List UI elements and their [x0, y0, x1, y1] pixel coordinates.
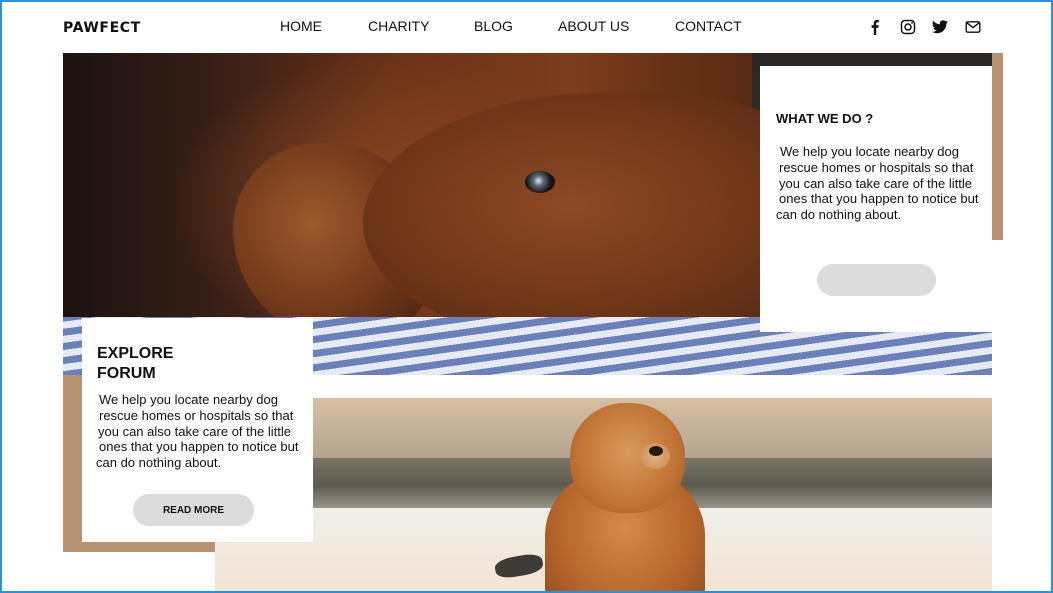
body-line: rescue homes or hospitals so that — [99, 407, 294, 423]
read-more-button[interactable]: READ MORE — [133, 494, 254, 526]
nav-item-blog[interactable]: BLOG — [474, 18, 513, 34]
body-line: rescue homes or hospitals so that — [779, 159, 974, 175]
nav-item-about-us[interactable]: ABOUT US — [558, 18, 629, 34]
what-we-do-heading: WHAT WE DO ? — [776, 111, 874, 126]
body-line: We help you locate nearby dog — [780, 144, 959, 159]
heading-line: FORUM — [97, 365, 156, 382]
nav-item-charity[interactable]: CHARITY — [368, 18, 429, 34]
body-line: ones that you happen to notice but — [99, 439, 299, 455]
what-we-do-card: WHAT WE DO ? We help you locate nearby d… — [760, 66, 992, 332]
instagram-icon[interactable] — [899, 18, 917, 36]
body-line: ones that you happen to notice but — [779, 191, 979, 207]
hero-image-golden-retriever — [215, 398, 992, 593]
body-line: can do nothing about. — [776, 207, 902, 223]
facebook-icon[interactable] — [866, 18, 884, 36]
mail-icon[interactable] — [964, 18, 982, 36]
explore-forum-body: We help you locate nearby dog rescue hom… — [96, 392, 299, 471]
body-line: We help you locate nearby dog — [99, 392, 278, 407]
explore-forum-heading: EXPLORE FORUM — [97, 344, 173, 384]
heading-line: EXPLORE — [97, 345, 174, 362]
twitter-icon[interactable] — [931, 18, 949, 36]
brand-logo[interactable]: PAWFECT — [63, 20, 141, 36]
body-line: you can also take care of the little — [779, 175, 972, 191]
body-line: you can also take care of the little — [98, 423, 291, 439]
nav-item-home[interactable]: HOME — [280, 18, 322, 34]
body-line: can do nothing about. — [96, 455, 222, 471]
explore-forum-card: EXPLORE FORUM We help you locate nearby … — [82, 318, 313, 542]
what-we-do-body: We help you locate nearby dog rescue hom… — [776, 144, 979, 223]
what-we-do-button[interactable] — [817, 264, 936, 296]
nav-item-contact[interactable]: CONTACT — [675, 18, 742, 34]
